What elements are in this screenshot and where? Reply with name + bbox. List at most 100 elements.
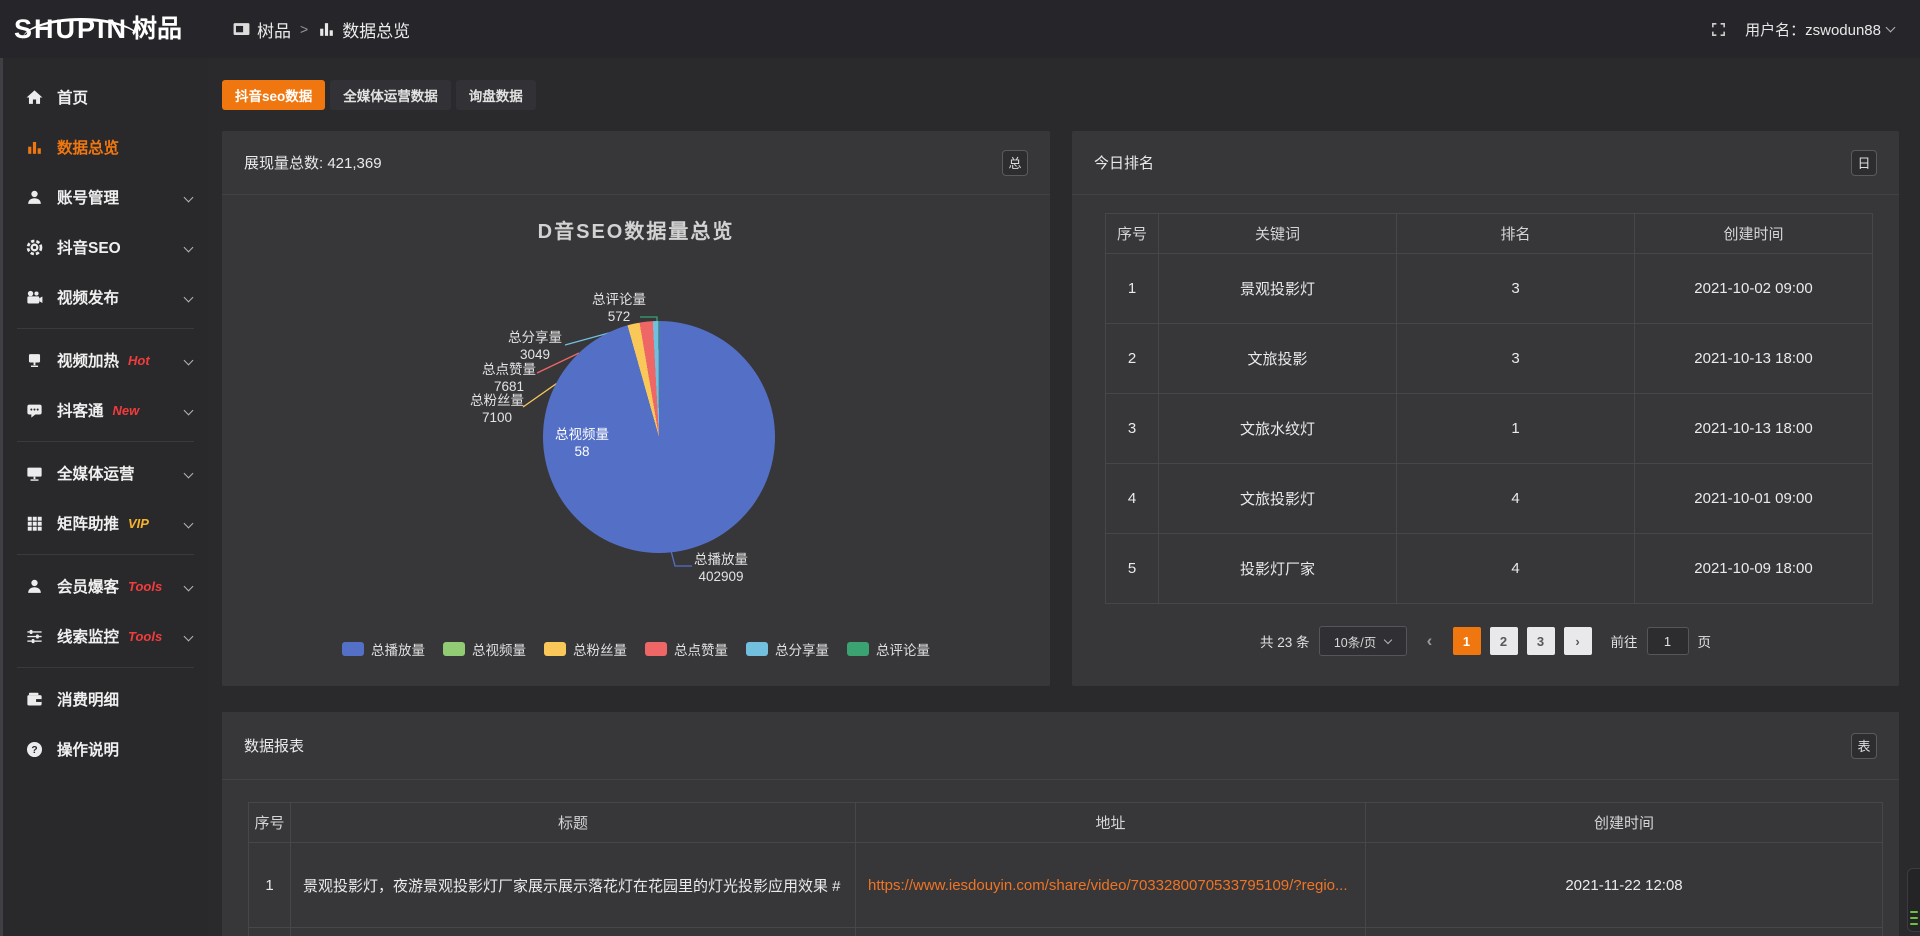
chevron-down-icon — [1886, 23, 1896, 33]
rank-panel: 今日排名 日 序号 关键词 排名 创建时间 1景观投影灯32021-10-02 … — [1072, 131, 1899, 686]
sidebar-item-label: 线索监控 — [57, 625, 119, 647]
legend-item[interactable]: 总播放量 — [342, 639, 425, 659]
tab-inquiry[interactable]: 询盘数据 — [456, 80, 536, 110]
sidebar-item-label: 视频加热 — [57, 349, 119, 371]
report-table: 序号 标题 地址 创建时间 1 景观投影灯，夜游景观投影灯厂家展示展示落花灯在花… — [248, 802, 1883, 936]
user-menu[interactable]: 用户名：zswodun88 — [1745, 19, 1894, 40]
legend-item[interactable]: 总评论量 — [847, 639, 930, 659]
table-row[interactable]: 1景观投影灯32021-10-02 09:00 — [1106, 254, 1873, 324]
page-button-2[interactable]: 2 — [1490, 627, 1518, 655]
report-table-header-row: 序号 标题 地址 创建时间 — [249, 803, 1883, 843]
svg-text:?: ? — [31, 745, 37, 756]
pie-label-plays: 总播放量402909 — [671, 551, 771, 585]
column-header: 创建时间 — [1366, 803, 1883, 843]
chart-legend: 总播放量 总视频量 总粉丝量 总点赞量 总分享量 总评论量 — [222, 639, 1050, 659]
sidebar-item-consumption[interactable]: 消费明细 — [3, 674, 208, 724]
column-header: 序号 — [1106, 214, 1159, 254]
sidebar-item-douyin-seo[interactable]: 抖音SEO — [3, 222, 208, 272]
monitor-icon — [25, 464, 44, 483]
chevron-down-icon — [1384, 635, 1392, 643]
rank-table: 序号 关键词 排名 创建时间 1景观投影灯32021-10-02 09:00 2… — [1105, 213, 1873, 604]
legend-item[interactable]: 总分享量 — [746, 639, 829, 659]
page-button-3[interactable]: 3 — [1527, 627, 1555, 655]
table-badge-button[interactable]: 表 — [1851, 733, 1877, 759]
sidebar-item-label: 首页 — [57, 86, 88, 108]
sidebar-divider — [17, 667, 194, 668]
goto-page-input[interactable] — [1647, 627, 1689, 655]
goto-unit-label: 页 — [1698, 631, 1712, 651]
widget-line — [1910, 917, 1918, 919]
fullscreen-icon[interactable] — [1710, 21, 1727, 38]
floating-widget[interactable] — [1907, 868, 1920, 932]
table-row[interactable]: 4文旅投影灯42021-10-01 09:00 — [1106, 464, 1873, 534]
sidebar-item-video-heat[interactable]: 视频加热 Hot — [3, 335, 208, 385]
day-badge-button[interactable]: 日 — [1851, 150, 1877, 176]
breadcrumb-item-current[interactable]: 数据总览 — [317, 17, 410, 42]
sidebar-item-account[interactable]: 账号管理 — [3, 172, 208, 222]
legend-swatch — [746, 642, 768, 656]
overview-panel-header: 展现量总数: 421,369 总 — [222, 131, 1050, 195]
total-badge-button[interactable]: 总 — [1002, 150, 1028, 176]
next-page-button[interactable]: › — [1564, 627, 1592, 655]
report-created-cell: 2021-11-22 12:08 — [1366, 843, 1883, 928]
table-row[interactable]: 1 景观投影灯，夜游景观投影灯厂家展示展示落花灯在花园里的灯光投影应用效果 # … — [249, 843, 1883, 928]
sidebar-item-help[interactable]: ? 操作说明 — [3, 724, 208, 774]
legend-swatch — [443, 642, 465, 656]
sidebar-item-member-tools[interactable]: 会员爆客 Tools — [3, 561, 208, 611]
chevron-down-icon — [184, 581, 194, 591]
username-label: 用户名：zswodun88 — [1745, 19, 1881, 40]
sidebar: 首页 数据总览 账号管理 抖音SEO 视频发布 视频加热 Hot 抖客通 New… — [0, 58, 208, 936]
chevron-down-icon — [184, 292, 194, 302]
table-row[interactable]: 3文旅水纹灯12021-10-13 18:00 — [1106, 394, 1873, 464]
breadcrumb-separator: > — [300, 21, 308, 37]
sidebar-item-matrix-boost[interactable]: 矩阵助推 VIP — [3, 498, 208, 548]
legend-item[interactable]: 总点赞量 — [645, 639, 728, 659]
legend-swatch — [544, 642, 566, 656]
chevron-down-icon — [184, 242, 194, 252]
pie-label-likes: 总点赞量7681 — [459, 361, 559, 395]
video-link[interactable]: https://www.iesdouyin.com/share/video/70… — [868, 877, 1348, 894]
sidebar-item-label: 全媒体运营 — [57, 462, 135, 484]
sidebar-item-media-operation[interactable]: 全媒体运营 — [3, 448, 208, 498]
sidebar-item-label: 消费明细 — [57, 688, 119, 710]
pie-label-shares: 总分享量3049 — [485, 329, 585, 363]
sidebar-item-video-publish[interactable]: 视频发布 — [3, 272, 208, 322]
video-camera-icon — [25, 288, 44, 307]
legend-item[interactable]: 总视频量 — [443, 639, 526, 659]
table-row[interactable]: 2文旅投影32021-10-13 18:00 — [1106, 324, 1873, 394]
question-circle-icon: ? — [25, 740, 44, 759]
sidebar-item-label: 矩阵助推 — [57, 512, 119, 534]
report-title-cell: 景观投影灯，夜游景观投影灯厂家展示展示落花灯在花园里的灯光投影应用效果 # — [291, 843, 856, 928]
sidebar-item-douketong[interactable]: 抖客通 New — [3, 385, 208, 435]
report-panel-header: 数据报表 表 — [222, 712, 1899, 780]
overview-panel: 展现量总数: 421,369 总 D音SEO数据量总览 总评论量572 总分 — [222, 131, 1050, 686]
chevron-down-icon — [184, 192, 194, 202]
grid-icon — [25, 514, 44, 533]
table-row[interactable]: 5投影灯厂家42021-10-09 18:00 — [1106, 534, 1873, 604]
page-size-select[interactable]: 10条/页 — [1319, 626, 1407, 656]
legend-swatch — [342, 642, 364, 656]
report-panel: 数据报表 表 序号 标题 地址 创建时间 1 景观投影灯，夜游景观投影灯厂家展示… — [222, 712, 1899, 936]
sliders-icon — [25, 627, 44, 646]
prev-page-button[interactable]: ‹ — [1416, 627, 1444, 655]
chevron-down-icon — [184, 355, 194, 365]
pie-chart: D音SEO数据量总览 总评论量572 总分享量3049 总点赞量7681 — [222, 195, 1050, 685]
legend-swatch — [645, 642, 667, 656]
sidebar-item-label: 操作说明 — [57, 738, 119, 760]
sidebar-item-lead-monitor[interactable]: 线索监控 Tools — [3, 611, 208, 661]
sidebar-item-data-overview[interactable]: 数据总览 — [3, 122, 208, 172]
sidebar-divider — [17, 441, 194, 442]
tab-media-operation[interactable]: 全媒体运营数据 — [330, 80, 451, 110]
sidebar-item-label: 数据总览 — [57, 136, 119, 158]
tab-douyin-seo[interactable]: 抖音seo数据 — [222, 80, 325, 110]
chart-title: D音SEO数据量总览 — [222, 215, 1050, 244]
chevron-down-icon — [184, 631, 194, 641]
legend-item[interactable]: 总粉丝量 — [544, 639, 627, 659]
page-button-1[interactable]: 1 — [1453, 627, 1481, 655]
pagination: 共 23 条 10条/页 ‹ 1 2 3 › 前往 页 — [1072, 626, 1899, 656]
breadcrumb-item-home[interactable]: 树品 — [232, 17, 291, 42]
chevron-down-icon — [184, 468, 194, 478]
sidebar-item-home[interactable]: 首页 — [3, 72, 208, 122]
rank-panel-header: 今日排名 日 — [1072, 131, 1899, 195]
top-bar: SHUPIN 树品 树品 > 数据总览 用户名：zswodun88 — [0, 0, 1920, 58]
